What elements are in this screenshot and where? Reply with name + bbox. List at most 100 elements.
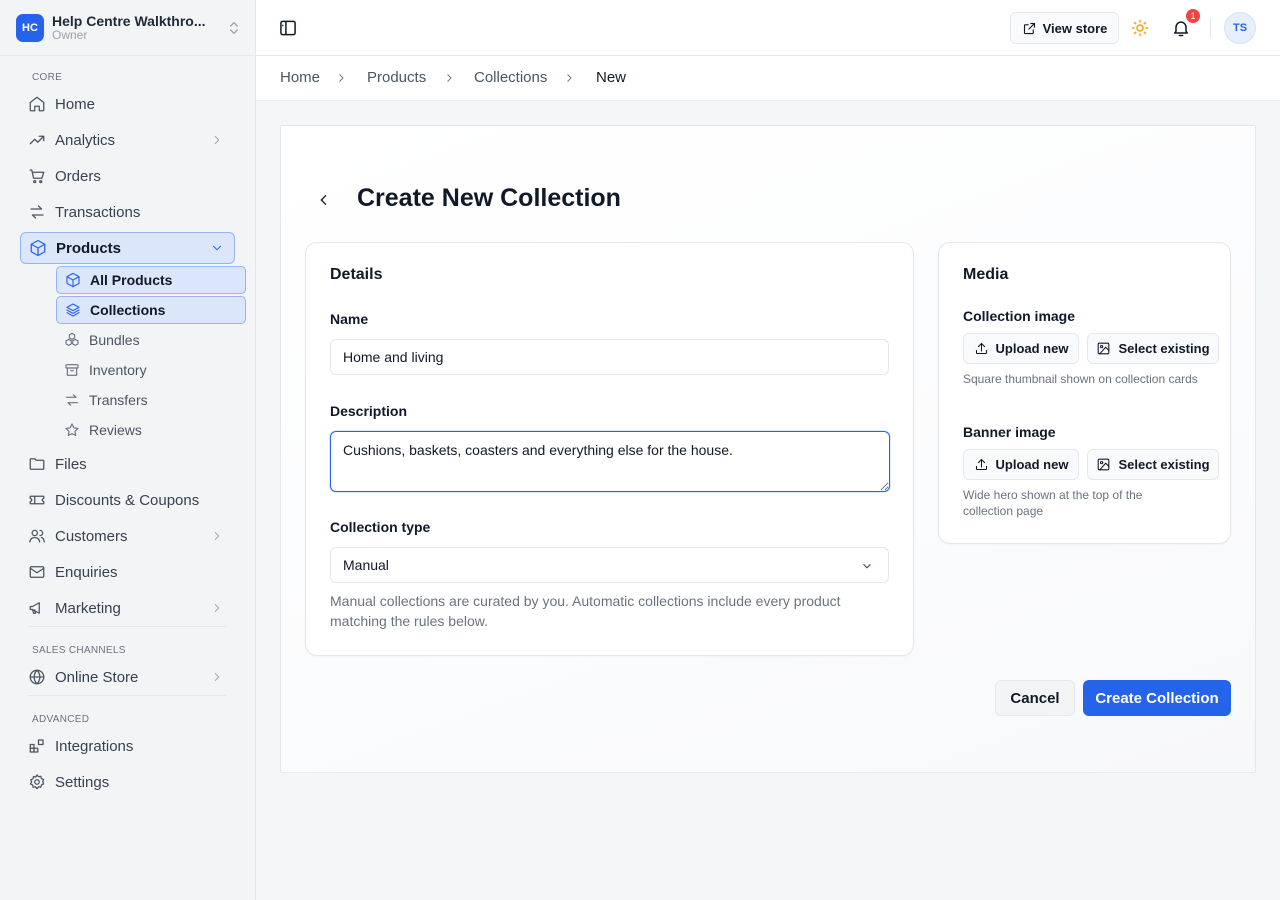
sidebar-item-analytics[interactable]: Analytics xyxy=(20,124,234,156)
divider xyxy=(0,55,256,56)
sidebar-subitem-label: Collections xyxy=(90,302,166,318)
chevrons-up-down-icon xyxy=(230,21,238,35)
sidebar-item-home[interactable]: Home xyxy=(20,88,234,120)
external-link-icon xyxy=(1023,22,1035,34)
divider xyxy=(28,695,226,696)
create-collection-button[interactable]: Create Collection xyxy=(1083,680,1231,716)
sidebar-item-online-store[interactable]: Online Store xyxy=(20,661,234,693)
banner-image-label: Banner image xyxy=(963,424,1056,440)
sidebar-item-products[interactable]: Products xyxy=(20,232,235,264)
arrows-icon xyxy=(66,394,78,406)
bundle-icon xyxy=(65,332,79,346)
gear-icon xyxy=(29,774,45,790)
sidebar-item-label: Discounts & Coupons xyxy=(55,491,200,509)
sidebar-item-label: Transactions xyxy=(55,203,141,221)
sidebar-item-label: Products xyxy=(56,239,122,257)
chevron-right-icon xyxy=(339,74,344,82)
sidebar-subitem-collections[interactable]: Collections xyxy=(56,296,246,324)
layers-icon xyxy=(66,303,80,317)
breadcrumb: Home Products Collections New xyxy=(256,56,1280,101)
archive-icon xyxy=(65,364,79,376)
select-label: Select existing xyxy=(1118,341,1210,356)
chevron-right-icon xyxy=(214,532,220,540)
upload-label: Upload new xyxy=(995,457,1069,472)
sidebar-item-files[interactable]: Files xyxy=(20,448,234,480)
sidebar-item-label: Enquiries xyxy=(55,563,118,581)
ticket-icon xyxy=(29,495,45,505)
sidebar-item-enquiries[interactable]: Enquiries xyxy=(20,556,234,588)
workspace-role: Owner xyxy=(52,28,88,43)
sidebar-subitem-inventory[interactable]: Inventory xyxy=(56,356,246,384)
workspace-logo: HC xyxy=(16,14,44,42)
sidebar-item-label: Online Store xyxy=(55,668,139,686)
section-label-core: CORE xyxy=(32,72,63,83)
collection-image-select-button[interactable]: Select existing xyxy=(1087,333,1219,364)
image-icon xyxy=(1098,342,1110,355)
sidebar-item-label: Marketing xyxy=(55,599,121,617)
description-label: Description xyxy=(330,403,408,419)
banner-image-select-button[interactable]: Select existing xyxy=(1087,449,1219,480)
sidebar-subitem-transfers[interactable]: Transfers xyxy=(56,386,246,414)
breadcrumb-home[interactable]: Home xyxy=(280,69,320,86)
breadcrumb-products[interactable]: Products xyxy=(367,69,426,86)
chevron-right-icon xyxy=(214,604,220,612)
sidebar-item-label: Orders xyxy=(55,167,101,185)
banner-image-upload-button[interactable]: Upload new xyxy=(963,449,1079,480)
sidebar-item-discounts[interactable]: Discounts & Coupons xyxy=(20,484,234,516)
sidebar-subitem-label: Bundles xyxy=(89,332,140,348)
sidebar-item-customers[interactable]: Customers xyxy=(20,520,234,552)
box-icon xyxy=(30,239,46,257)
sidebar-subitem-label: All Products xyxy=(90,272,173,288)
sidebar-toggle-icon[interactable] xyxy=(278,18,298,38)
sidebar-subitem-reviews[interactable]: Reviews xyxy=(56,416,246,444)
sidebar-item-orders[interactable]: Orders xyxy=(20,160,234,192)
sidebar-item-label: Analytics xyxy=(55,131,116,149)
sidebar-item-label: Settings xyxy=(55,773,110,791)
sidebar-item-label: Customers xyxy=(55,527,128,545)
sidebar: HC Help Centre Walkthro... Owner CORE Ho… xyxy=(0,0,256,900)
select-label: Select existing xyxy=(1118,457,1210,472)
chevron-right-icon xyxy=(447,74,452,82)
users-icon xyxy=(29,529,45,543)
workspace-switcher[interactable]: HC Help Centre Walkthro... Owner xyxy=(16,10,242,46)
divider xyxy=(28,626,226,627)
star-icon xyxy=(65,423,79,437)
collection-image-upload-button[interactable]: Upload new xyxy=(963,333,1079,364)
sun-icon[interactable] xyxy=(1131,19,1149,37)
name-input[interactable] xyxy=(330,339,889,375)
workspace-name: Help Centre Walkthro... xyxy=(52,13,206,30)
collection-type-select[interactable]: Manual xyxy=(330,547,889,583)
cancel-button[interactable]: Cancel xyxy=(995,680,1075,716)
collection-type-value: Manual xyxy=(343,557,389,573)
avatar[interactable]: TS xyxy=(1224,12,1256,44)
sidebar-item-label: Files xyxy=(55,455,87,473)
sidebar-item-integrations[interactable]: Integrations xyxy=(20,730,234,762)
chevron-right-icon xyxy=(567,74,572,82)
upload-icon xyxy=(975,342,987,355)
description-textarea[interactable]: Cushions, baskets, coasters and everythi… xyxy=(330,431,890,492)
view-store-label: View store xyxy=(1042,20,1108,36)
view-store-button[interactable]: View store xyxy=(1010,12,1119,44)
sidebar-subitem-all-products[interactable]: All Products xyxy=(56,266,246,294)
image-icon xyxy=(1098,458,1110,471)
sidebar-subitem-bundles[interactable]: Bundles xyxy=(56,326,246,354)
arrows-icon xyxy=(30,205,44,219)
trend-icon xyxy=(29,135,45,145)
banner-image-help: Wide hero shown at the top of the collec… xyxy=(963,488,1143,518)
back-arrow-icon[interactable] xyxy=(316,192,332,208)
home-icon xyxy=(29,96,45,112)
topbar: View store 1 TS xyxy=(256,0,1280,56)
breadcrumb-collections[interactable]: Collections xyxy=(474,69,547,86)
divider xyxy=(1210,18,1211,38)
sidebar-item-transactions[interactable]: Transactions xyxy=(20,196,234,228)
page-title: Create New Collection xyxy=(357,184,621,212)
chevron-right-icon xyxy=(214,673,220,681)
upload-icon xyxy=(975,458,987,471)
sidebar-item-settings[interactable]: Settings xyxy=(20,766,234,798)
notification-badge: 1 xyxy=(1186,9,1200,23)
collection-type-help: Manual collections are curated by you. A… xyxy=(330,593,841,629)
sidebar-item-marketing[interactable]: Marketing xyxy=(20,592,234,624)
media-title: Media xyxy=(963,266,1009,283)
section-label-sales-channels: SALES CHANNELS xyxy=(32,645,126,656)
sidebar-subitem-label: Reviews xyxy=(89,422,142,438)
